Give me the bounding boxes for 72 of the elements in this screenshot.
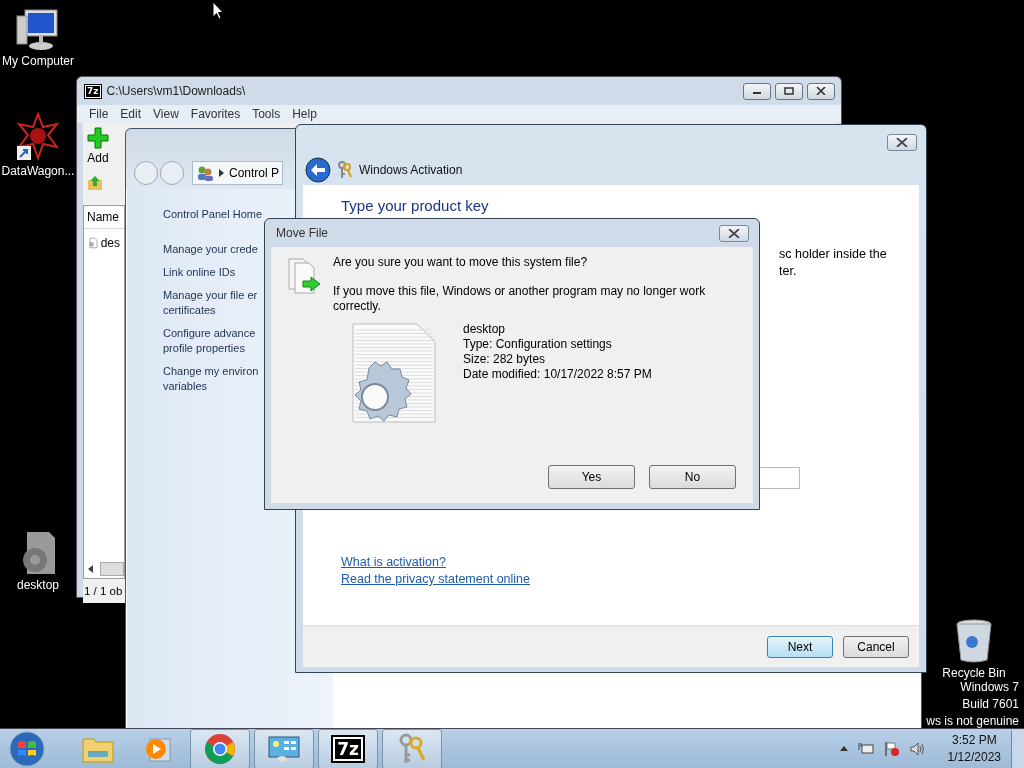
menu-item[interactable]: Favorites bbox=[184, 107, 247, 121]
page-heading: Type your product key bbox=[341, 197, 489, 214]
close-button[interactable] bbox=[719, 224, 749, 242]
instruction-text: ter. bbox=[779, 263, 798, 280]
warning-text: If you move this file, Windows or another program may no longer work correctly. bbox=[333, 284, 707, 314]
network-icon[interactable] bbox=[857, 741, 874, 756]
file-name[interactable]: des bbox=[100, 236, 120, 250]
menu-item[interactable]: File bbox=[83, 107, 115, 121]
taskbar-app-button[interactable]: 7z bbox=[318, 728, 378, 768]
os-notice-text: Windows 7 bbox=[959, 680, 1019, 696]
keys-icon bbox=[397, 732, 427, 765]
move-files-icon bbox=[287, 255, 323, 295]
back-arrow-button[interactable] bbox=[305, 157, 331, 183]
browser-icon bbox=[204, 732, 236, 765]
control-panel-icon bbox=[268, 734, 300, 763]
close-icon bbox=[728, 228, 740, 238]
column-header[interactable]: Name bbox=[84, 206, 124, 229]
speaker-icon[interactable] bbox=[909, 741, 926, 756]
menu-item[interactable]: Tools bbox=[246, 107, 287, 121]
gear-file-icon bbox=[88, 235, 98, 251]
desktop-icon-label[interactable]: DataWagon... bbox=[1, 164, 75, 178]
close-icon bbox=[896, 138, 908, 147]
desktop-icon-label[interactable]: Recycle Bin bbox=[942, 666, 1006, 680]
question-text: Are you sure you want to move this system file? bbox=[333, 255, 589, 270]
star-shortcut-icon[interactable] bbox=[15, 112, 61, 162]
file-name: desktop bbox=[463, 322, 507, 337]
chevron-icon bbox=[219, 169, 224, 177]
left-arrow-icon bbox=[88, 565, 94, 573]
desktop-icon-label[interactable]: desktop bbox=[17, 578, 59, 592]
maximize-button[interactable] bbox=[775, 82, 803, 100]
instruction-text: sc holder inside the bbox=[779, 246, 887, 263]
keys-icon bbox=[337, 161, 353, 179]
show-hidden-icons-button[interactable] bbox=[839, 746, 848, 751]
window-title: Windows Activation bbox=[359, 163, 463, 177]
maximize-icon bbox=[784, 87, 794, 95]
os-notice-text: ws is not genuine bbox=[926, 713, 1019, 730]
app-logo-icon: 7z bbox=[85, 84, 101, 98]
clock[interactable]: 3:52 PM 1/12/2023 bbox=[947, 731, 1001, 766]
folder-up-icon[interactable] bbox=[87, 175, 103, 191]
taskbar-app-button[interactable] bbox=[382, 728, 442, 768]
minimize-button[interactable] bbox=[743, 82, 771, 100]
file-detail: Size: 282 bytes bbox=[463, 352, 547, 367]
app-logo-icon: 7z bbox=[333, 736, 363, 761]
dialog-button[interactable]: No bbox=[649, 465, 736, 489]
os-notice-text: Build 7601 bbox=[961, 696, 1019, 713]
dialog-button[interactable]: Yes bbox=[548, 465, 635, 489]
dialog-button[interactable]: Cancel bbox=[843, 635, 909, 658]
recycle-bin-icon[interactable] bbox=[954, 618, 994, 664]
users-icon bbox=[196, 165, 214, 181]
start-button[interactable] bbox=[8, 729, 46, 768]
file-detail: Date modified: 10/17/2022 8:57 PM bbox=[463, 367, 652, 382]
close-icon bbox=[816, 87, 826, 95]
computer-icon[interactable] bbox=[15, 8, 61, 52]
address-bar[interactable]: Control P bbox=[192, 161, 284, 185]
help-link[interactable]: Read the privacy statement online bbox=[341, 572, 530, 586]
desktop-icon-label[interactable]: My Computer bbox=[2, 54, 74, 68]
taskbar-app-button[interactable] bbox=[254, 728, 314, 768]
help-link[interactable]: What is activation? bbox=[341, 555, 530, 569]
show-desktop-button[interactable] bbox=[1011, 729, 1024, 768]
menu-item[interactable]: Help bbox=[286, 107, 323, 121]
flag-error-icon[interactable] bbox=[883, 740, 900, 757]
close-button[interactable] bbox=[807, 82, 835, 100]
menu-item[interactable]: View bbox=[147, 107, 185, 121]
menu-item[interactable]: Edit bbox=[114, 107, 148, 121]
file-detail: Type: Configuration settings bbox=[463, 337, 613, 352]
dialog-button[interactable]: Next bbox=[767, 635, 833, 658]
close-button[interactable] bbox=[887, 134, 917, 151]
window-title: C:\Users\vm1\Downloads\ bbox=[106, 84, 247, 98]
taskbar-app-button[interactable] bbox=[190, 728, 250, 768]
scrollbar-thumb[interactable] bbox=[100, 562, 124, 576]
dialog-title: Move File bbox=[276, 226, 328, 240]
status-text: 1 / 1 ob bbox=[84, 585, 123, 597]
